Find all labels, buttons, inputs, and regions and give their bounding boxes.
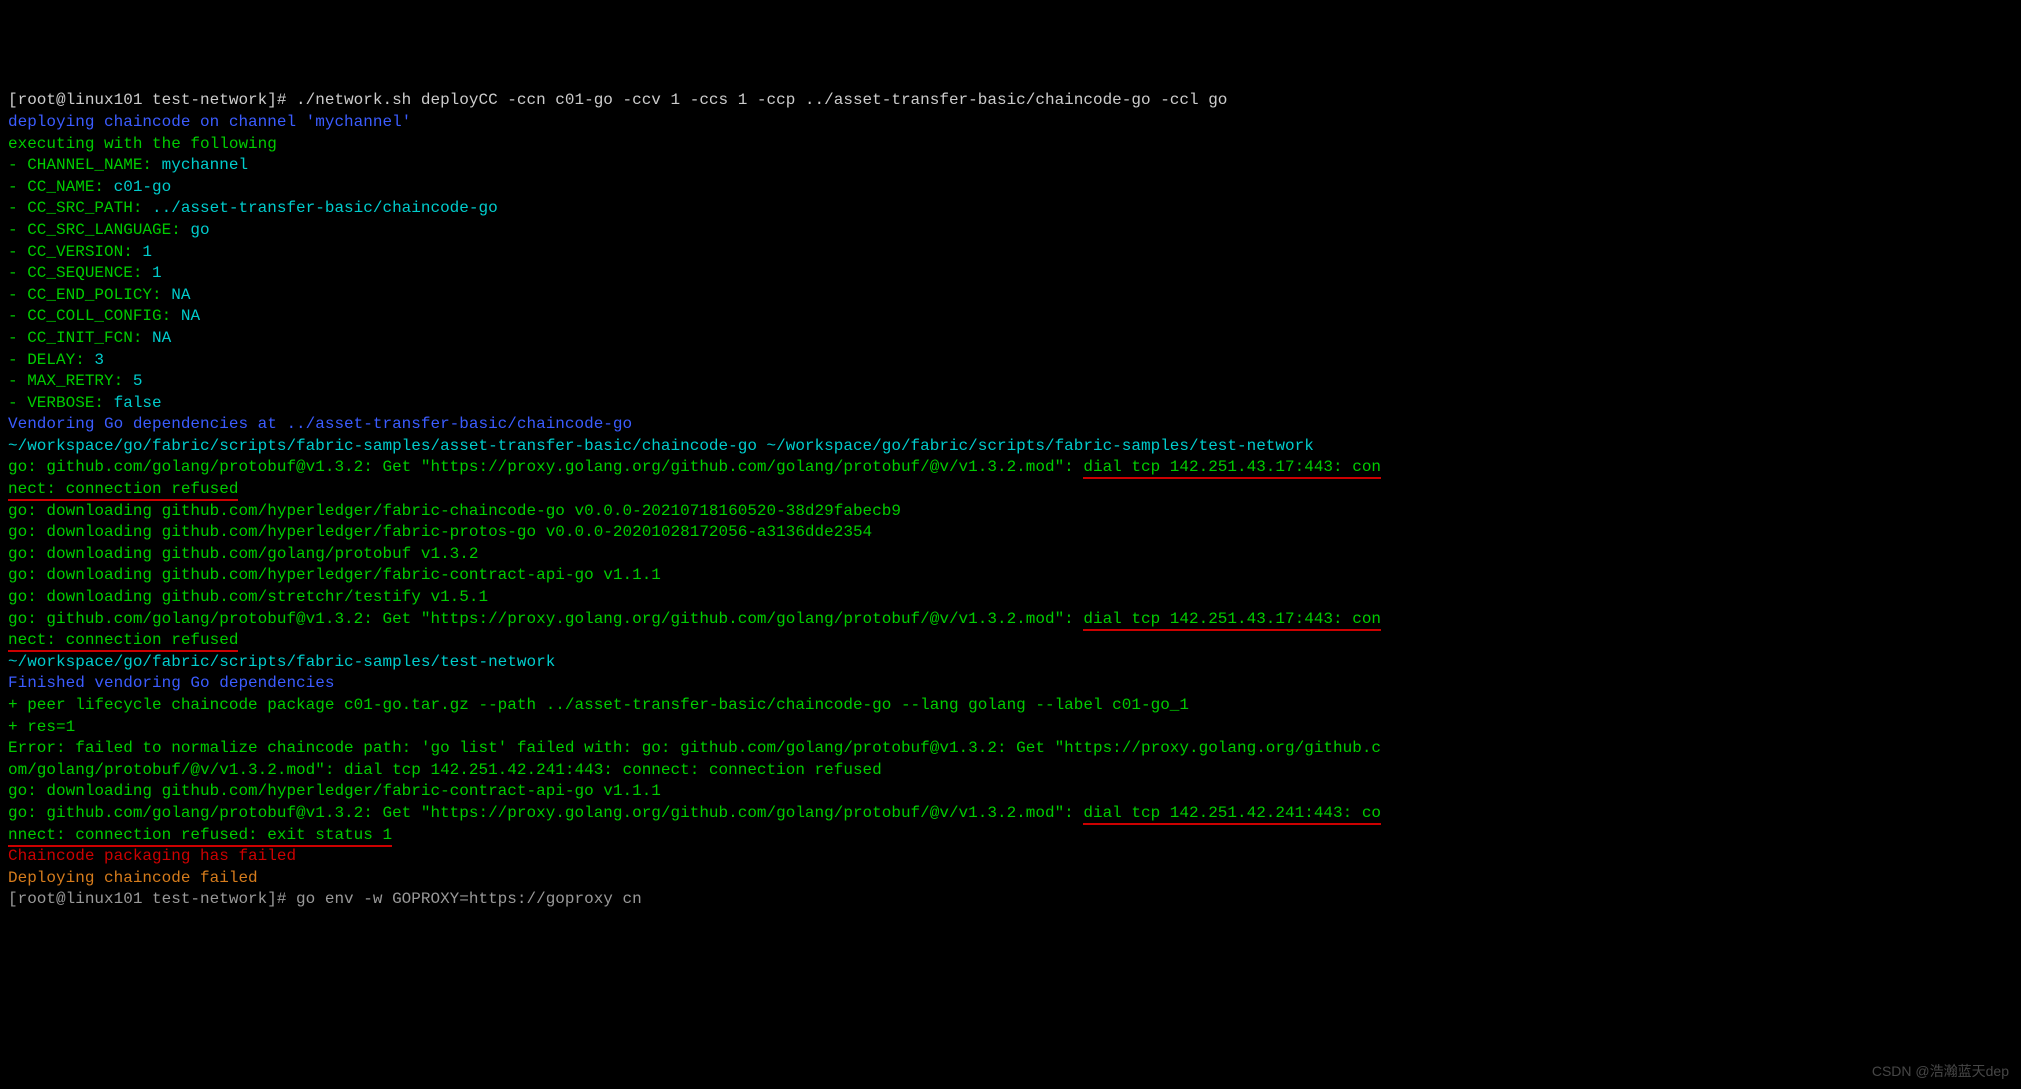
param-key: CC_END_POLICY: [27, 286, 161, 304]
download-line: go: downloading github.com/hyperledger/f… [8, 565, 2013, 587]
status-line: deploying chaincode on channel 'mychanne… [8, 112, 2013, 134]
watermark-text: CSDN @浩瀚蓝天dep [1872, 1062, 2009, 1081]
error-highlight: dial tcp 142.251.43.17:443: con [1083, 458, 1381, 479]
param-key: CC_VERSION: [27, 243, 133, 261]
download-line: go: downloading github.com/hyperledger/f… [8, 522, 2013, 544]
param-val: 5 [123, 372, 142, 390]
param-key: CC_COLL_CONFIG: [27, 307, 171, 325]
command-text: go env -w GOPROXY=https://goproxy cn [296, 890, 642, 908]
vendoring-line: Vendoring Go dependencies at ../asset-tr… [8, 414, 2013, 436]
peer-command: + peer lifecycle chaincode package c01-g… [8, 695, 2013, 717]
shell-prompt: [root@linux101 test-network]# [8, 890, 296, 908]
param-dash: - [8, 199, 27, 217]
param-dash: - [8, 178, 27, 196]
param-key: CC_SEQUENCE: [27, 264, 142, 282]
param-dash: - [8, 156, 27, 174]
go-error-prefix: go: github.com/golang/protobuf@v1.3.2: G… [8, 610, 1083, 628]
param-dash: - [8, 372, 27, 390]
param-dash: - [8, 394, 27, 412]
param-val: 1 [133, 243, 152, 261]
param-dash: - [8, 329, 27, 347]
error-highlight: nect: connection refused [8, 480, 238, 501]
error-highlight: nnect: connection refused: exit status 1 [8, 826, 392, 847]
error-highlight: nect: connection refused [8, 631, 238, 652]
param-val: false [104, 394, 162, 412]
error-normalize: Error: failed to normalize chaincode pat… [8, 738, 2013, 760]
param-val: NA [142, 329, 171, 347]
param-key: CHANNEL_NAME: [27, 156, 152, 174]
go-error-prefix: go: github.com/golang/protobuf@v1.3.2: G… [8, 458, 1083, 476]
param-key: CC_SRC_LANGUAGE: [27, 221, 181, 239]
error-normalize: om/golang/protobuf/@v/v1.3.2.mod": dial … [8, 760, 2013, 782]
error-highlight: dial tcp 142.251.43.17:443: con [1083, 610, 1381, 631]
param-val: NA [171, 307, 200, 325]
download-line: go: downloading github.com/golang/protob… [8, 544, 2013, 566]
status-line: executing with the following [8, 134, 2013, 156]
param-val: 3 [85, 351, 104, 369]
param-val: go [181, 221, 210, 239]
download-line: go: downloading github.com/stretchr/test… [8, 587, 2013, 609]
shell-prompt: [root@linux101 test-network]# [8, 91, 296, 109]
param-dash: - [8, 351, 27, 369]
terminal-output[interactable]: [root@linux101 test-network]# ./network.… [8, 90, 2013, 911]
param-dash: - [8, 243, 27, 261]
error-highlight: dial tcp 142.251.42.241:443: co [1083, 804, 1381, 825]
param-key: CC_INIT_FCN: [27, 329, 142, 347]
param-val: 1 [142, 264, 161, 282]
param-key: CC_SRC_PATH: [27, 199, 142, 217]
param-dash: - [8, 286, 27, 304]
param-val: c01-go [104, 178, 171, 196]
param-val: mychannel [152, 156, 248, 174]
param-dash: - [8, 264, 27, 282]
deploying-failed: Deploying chaincode failed [8, 868, 2013, 890]
param-key: VERBOSE: [27, 394, 104, 412]
packaging-failed: Chaincode packaging has failed [8, 846, 2013, 868]
param-key: CC_NAME: [27, 178, 104, 196]
download-line: go: downloading github.com/hyperledger/f… [8, 781, 2013, 803]
param-val: ../asset-transfer-basic/chaincode-go [142, 199, 497, 217]
command-text: ./network.sh deployCC -ccn c01-go -ccv 1… [296, 91, 1227, 109]
workspace-path: ~/workspace/go/fabric/scripts/fabric-sam… [8, 436, 2013, 458]
param-key: DELAY: [27, 351, 85, 369]
res-line: + res=1 [8, 717, 2013, 739]
download-line: go: downloading github.com/hyperledger/f… [8, 501, 2013, 523]
param-key: MAX_RETRY: [27, 372, 123, 390]
go-error-prefix: go: github.com/golang/protobuf@v1.3.2: G… [8, 804, 1083, 822]
param-dash: - [8, 307, 27, 325]
finished-vendoring: Finished vendoring Go dependencies [8, 673, 2013, 695]
param-dash: - [8, 221, 27, 239]
param-val: NA [162, 286, 191, 304]
workspace-path: ~/workspace/go/fabric/scripts/fabric-sam… [8, 652, 2013, 674]
